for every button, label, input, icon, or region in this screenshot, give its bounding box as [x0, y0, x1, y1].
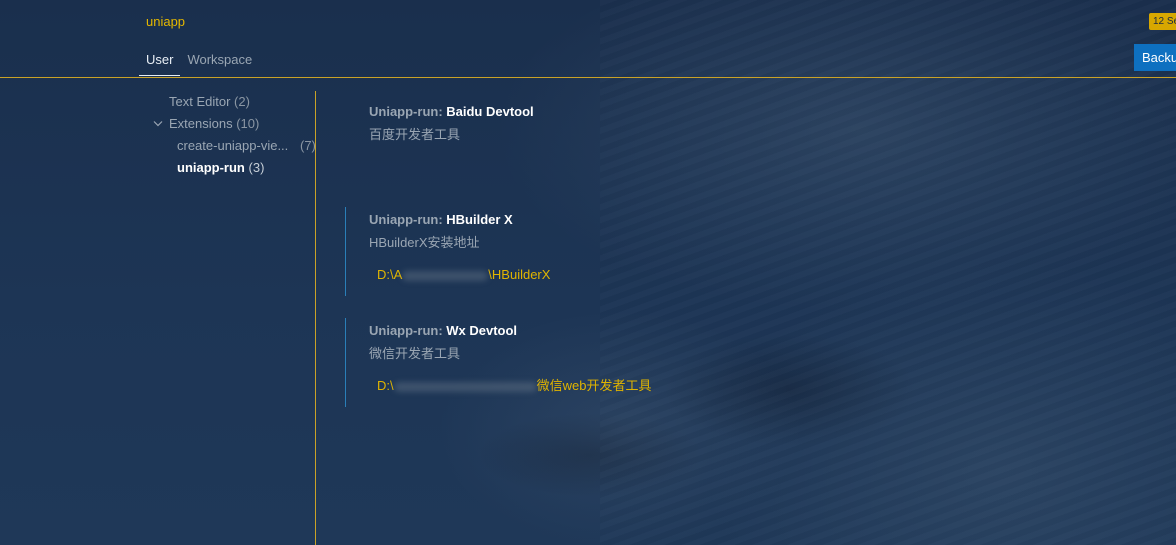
setting-title: Uniapp-run: HBuilder X: [369, 211, 1170, 229]
settings-list: Uniapp-run: Baidu Devtool 百度开发者工具 Uniapp…: [330, 99, 1170, 407]
setting-title: Uniapp-run: Baidu Devtool: [369, 103, 1170, 121]
path-suffix: 微信web开发者工具: [536, 378, 652, 393]
toc-item-label: uniapp-run: [177, 160, 245, 175]
settings-header: uniapp 12 Se User Workspace Backup: [0, 0, 1176, 78]
path-prefix: D:\: [377, 378, 394, 393]
redacted-blur: [402, 270, 489, 281]
toc-item-label: Extensions: [169, 116, 233, 131]
setting-hbuilderx: Uniapp-run: HBuilder X HBuilderX安装地址 D:\…: [345, 207, 1170, 296]
setting-name: HBuilder X: [446, 212, 513, 227]
redacted-blur: [393, 381, 537, 392]
sash-divider[interactable]: [315, 91, 316, 545]
settings-count-badge: 12 Se: [1149, 13, 1176, 30]
setting-category: Uniapp-run:: [369, 104, 447, 119]
setting-name: Baidu Devtool: [446, 104, 534, 119]
setting-name: Wx Devtool: [446, 323, 518, 338]
toc-item-text-editor[interactable]: Text Editor (2): [139, 91, 316, 113]
toc-item-count: (10): [236, 116, 260, 131]
setting-description: 微信开发者工具: [369, 346, 461, 361]
toc-item-label: Text Editor: [169, 94, 231, 109]
backup-button[interactable]: Backup: [1134, 44, 1176, 71]
settings-toc: Text Editor (2) Extensions (10) create-u…: [139, 91, 316, 179]
toc-item-count: (7): [300, 138, 316, 153]
hbuilderx-path-input[interactable]: D:\A \HBuilderX: [360, 264, 677, 286]
setting-description: HBuilderX安装地址: [369, 235, 480, 250]
toc-item-extensions[interactable]: Extensions (10): [139, 113, 316, 135]
toc-item-count: (3): [248, 160, 265, 175]
setting-category: Uniapp-run:: [369, 323, 447, 338]
tab-workspace[interactable]: Workspace: [180, 46, 259, 76]
toc-item-label: create-uniapp-vie...: [177, 138, 289, 153]
setting-wx-devtool: Uniapp-run: Wx Devtool 微信开发者工具 D:\ 微信web开…: [345, 318, 1170, 407]
setting-title: Uniapp-run: Wx Devtool: [369, 322, 1170, 340]
chevron-down-icon[interactable]: [152, 113, 164, 135]
setting-baidu-devtool: Uniapp-run: Baidu Devtool 百度开发者工具: [345, 99, 1170, 207]
scope-tabs: User Workspace: [139, 46, 259, 76]
toc-item-create-uniapp-view[interactable]: create-uniapp-vie... (7): [139, 135, 316, 157]
path-prefix: D:\A: [377, 267, 403, 282]
toc-item-count: (2): [234, 94, 250, 109]
toc-item-uniapp-run[interactable]: uniapp-run (3): [139, 157, 316, 179]
setting-category: Uniapp-run:: [369, 212, 447, 227]
tab-user[interactable]: User: [139, 46, 181, 76]
setting-description: 百度开发者工具: [369, 127, 461, 142]
scope-title: uniapp: [146, 14, 186, 29]
wx-devtool-path-input[interactable]: D:\ 微信web开发者工具: [360, 375, 697, 397]
path-suffix: \HBuilderX: [488, 267, 551, 282]
